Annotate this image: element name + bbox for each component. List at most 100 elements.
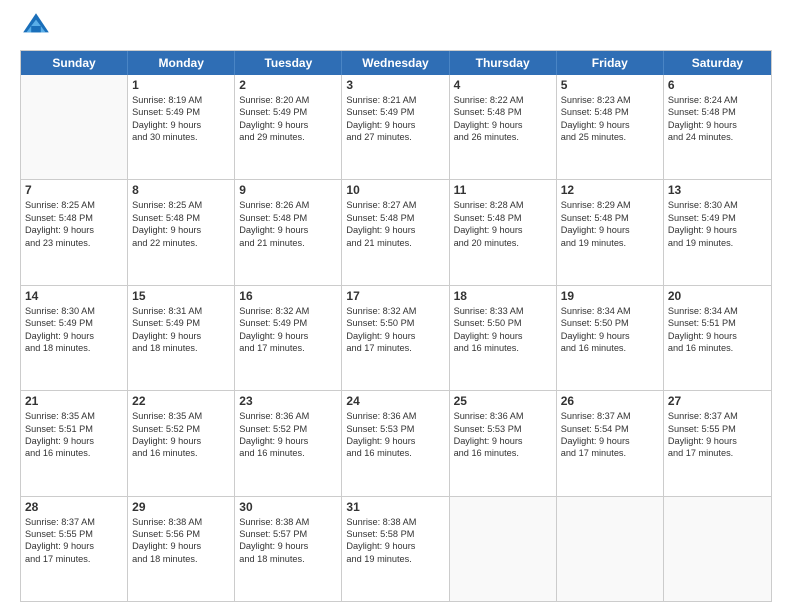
cell-info-line: Sunrise: 8:38 AM	[346, 516, 444, 528]
cell-info-line: Sunrise: 8:27 AM	[346, 199, 444, 211]
cal-cell-1-1: 8Sunrise: 8:25 AMSunset: 5:48 PMDaylight…	[128, 180, 235, 284]
cell-info-line: Sunset: 5:49 PM	[132, 106, 230, 118]
cal-cell-4-2: 30Sunrise: 8:38 AMSunset: 5:57 PMDayligh…	[235, 497, 342, 601]
header-sunday: Sunday	[21, 51, 128, 75]
cell-info-line: Sunrise: 8:34 AM	[561, 305, 659, 317]
cell-info-line: and 17 minutes.	[668, 447, 767, 459]
logo-icon	[20, 10, 52, 42]
week-row-2: 14 Sunrise: 8:30 AMSunset: 5:49 PM Dayligh…	[21, 286, 771, 391]
day-number: 25	[454, 394, 552, 408]
cell-info-line: Sunrise: 8:37 AM	[668, 410, 767, 422]
header-tuesday: Tuesday	[235, 51, 342, 75]
day-number: 16	[239, 289, 337, 303]
cell-info-line: Daylight: 9 hours	[239, 330, 337, 342]
cell-info-line: Sunset: 5:51 PM	[25, 423, 123, 435]
cal-cell-1-2: 9Sunrise: 8:26 AMSunset: 5:48 PMDaylight…	[235, 180, 342, 284]
cell-info-line: Daylight: 9 hours	[239, 119, 337, 131]
cal-cell-0-2: 2Sunrise: 8:20 AMSunset: 5:49 PMDaylight…	[235, 75, 342, 179]
cell-info-line: Daylight: 9 hours	[454, 224, 552, 236]
cell-info-line: Daylight: 9 hours	[132, 119, 230, 131]
day-number: 2	[239, 78, 337, 92]
cell-info-line: and 18 minutes.	[132, 342, 230, 354]
cell-info-line: and 22 minutes.	[132, 237, 230, 249]
calendar-header: SundayMondayTuesdayWednesdayThursdayFrid…	[21, 51, 771, 75]
cal-cell-3-3: 24Sunrise: 8:36 AMSunset: 5:53 PMDayligh…	[342, 391, 449, 495]
cell-info-line: Sunrise: 8:38 AM	[132, 516, 230, 528]
cell-info-line: Sunrise: 8:21 AM	[346, 94, 444, 106]
day-number: 15	[132, 289, 230, 303]
cell-info-line: Sunrise: 8:37 AM	[561, 410, 659, 422]
cell-info-line: Sunset: 5:48 PM	[239, 212, 337, 224]
cell-info-line: Sunrise: 8:22 AM	[454, 94, 552, 106]
day-number: 13	[668, 183, 767, 197]
cell-info-line: Daylight: 9 hours	[668, 435, 767, 447]
cell-info-line: Sunrise: 8:35 AM	[25, 410, 123, 422]
cal-cell-0-3: 3 Sunrise: 8:21 AMSunset: 5:49 PMDaylight…	[342, 75, 449, 179]
day-number: 3	[346, 78, 444, 92]
cal-cell-1-0: 7Sunrise: 8:25 AMSunset: 5:48 PMDaylight…	[21, 180, 128, 284]
cell-info-line: and 30 minutes.	[132, 131, 230, 143]
cell-info-line: and 16 minutes.	[132, 447, 230, 459]
cell-info-line: and 21 minutes.	[239, 237, 337, 249]
cell-info-line: Sunset: 5:48 PM	[25, 212, 123, 224]
cal-cell-0-6: 6Sunrise: 8:24 AMSunset: 5:48 PMDaylight…	[664, 75, 771, 179]
cal-cell-0-0	[21, 75, 128, 179]
cell-info-line: and 20 minutes.	[454, 237, 552, 249]
cell-info-line: Daylight: 9 hours	[132, 435, 230, 447]
cell-info-line: and 16 minutes.	[454, 342, 552, 354]
day-number: 24	[346, 394, 444, 408]
cell-info-line: and 18 minutes.	[25, 342, 123, 354]
cell-info-line: Sunset: 5:53 PM	[454, 423, 552, 435]
cell-info-line: Sunrise: 8:36 AM	[346, 410, 444, 422]
cell-info-line: Sunrise: 8:34 AM	[668, 305, 767, 317]
cell-info-line: Sunset: 5:50 PM	[346, 317, 444, 329]
cal-cell-4-1: 29Sunrise: 8:38 AMSunset: 5:56 PMDayligh…	[128, 497, 235, 601]
cell-info-line: Sunset: 5:55 PM	[25, 528, 123, 540]
day-number: 14	[25, 289, 123, 303]
week-row-4: 28Sunrise: 8:37 AMSunset: 5:55 PMDayligh…	[21, 497, 771, 601]
cell-info-line: Sunset: 5:49 PM	[346, 106, 444, 118]
day-number: 31	[346, 500, 444, 514]
cell-info-line: and 19 minutes.	[561, 237, 659, 249]
cell-info-line: Daylight: 9 hours	[25, 435, 123, 447]
cal-cell-4-5	[557, 497, 664, 601]
day-number: 5	[561, 78, 659, 92]
cell-info-line: Sunset: 5:49 PM	[25, 317, 123, 329]
cell-info-line: Daylight: 9 hours	[561, 224, 659, 236]
cell-info-line: Daylight: 9 hours	[454, 330, 552, 342]
day-number: 27	[668, 394, 767, 408]
cell-info-line: Daylight: 9 hours	[668, 224, 767, 236]
cell-info-line: and 19 minutes.	[668, 237, 767, 249]
day-number: 22	[132, 394, 230, 408]
cell-info-line: Daylight: 9 hours	[561, 435, 659, 447]
cell-info-line: and 26 minutes.	[454, 131, 552, 143]
header-thursday: Thursday	[450, 51, 557, 75]
cal-cell-1-3: 10Sunrise: 8:27 AMSunset: 5:48 PMDayligh…	[342, 180, 449, 284]
day-number: 4	[454, 78, 552, 92]
cal-cell-4-0: 28Sunrise: 8:37 AMSunset: 5:55 PMDayligh…	[21, 497, 128, 601]
page: SundayMondayTuesdayWednesdayThursdayFrid…	[0, 0, 792, 612]
cal-cell-2-4: 18Sunrise: 8:33 AMSunset: 5:50 PMDayligh…	[450, 286, 557, 390]
cell-info-line: Sunset: 5:53 PM	[346, 423, 444, 435]
cell-info-line: Sunrise: 8:36 AM	[454, 410, 552, 422]
cell-info-line: and 16 minutes.	[239, 447, 337, 459]
cell-info-line: Sunset: 5:48 PM	[561, 106, 659, 118]
cell-info-line: Sunrise: 8:30 AM	[25, 305, 123, 317]
cell-info-line: Sunset: 5:57 PM	[239, 528, 337, 540]
header-wednesday: Wednesday	[342, 51, 449, 75]
cell-info-line: Sunrise: 8:31 AM	[132, 305, 230, 317]
cell-info-line: Sunrise: 8:32 AM	[346, 305, 444, 317]
cell-info-line: Sunset: 5:51 PM	[668, 317, 767, 329]
cell-info-line: Sunset: 5:48 PM	[454, 212, 552, 224]
cell-info-line: Sunrise: 8:30 AM	[668, 199, 767, 211]
cell-info-line: Sunrise: 8:35 AM	[132, 410, 230, 422]
cell-info-line: Sunset: 5:49 PM	[668, 212, 767, 224]
cal-cell-3-2: 23Sunrise: 8:36 AMSunset: 5:52 PMDayligh…	[235, 391, 342, 495]
cell-info-line: Daylight: 9 hours	[239, 224, 337, 236]
cal-cell-1-4: 11Sunrise: 8:28 AMSunset: 5:48 PMDayligh…	[450, 180, 557, 284]
cell-info-line: and 17 minutes.	[25, 553, 123, 565]
day-number: 19	[561, 289, 659, 303]
day-number: 1	[132, 78, 230, 92]
cell-info-line: Daylight: 9 hours	[346, 119, 444, 131]
cell-info-line: and 24 minutes.	[668, 131, 767, 143]
